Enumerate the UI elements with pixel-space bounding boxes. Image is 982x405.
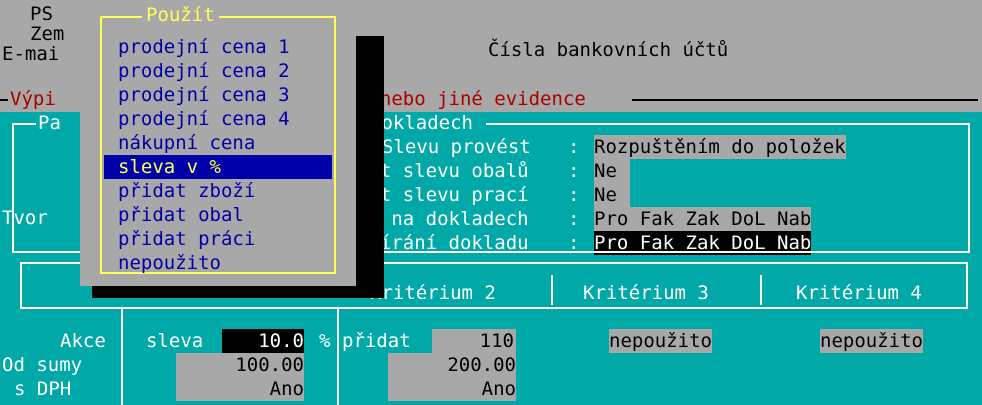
section-header-right: u nebo jiné evidence (357, 88, 586, 110)
col2-dph-value: Ano (481, 378, 516, 400)
table-col-sep-a (121, 307, 123, 405)
table-header-k4: Kritérium 4 (796, 282, 922, 304)
table-col-sep-b (337, 307, 339, 405)
subframe-right-edge (968, 123, 970, 251)
row-label-od-sumy: Od sumy (2, 354, 83, 376)
setting-value-discount-method[interactable]: Rozpuštěním do položek (594, 135, 846, 159)
col1-dph-value: Ano (269, 378, 304, 400)
menu-item[interactable]: nepoužito (118, 251, 221, 275)
subframe-left-edge (12, 123, 14, 251)
menu-item[interactable]: přidat zboží (118, 179, 255, 203)
menu-item[interactable]: prodejní cena 2 (118, 59, 290, 83)
header-line-right (632, 99, 978, 101)
setting-value-documents[interactable]: Pro Fak Zak DoL Nab (594, 207, 812, 231)
header-line-left (0, 99, 8, 101)
menu-item[interactable]: přidat obal (118, 203, 244, 227)
row-label-email: E-mai (2, 43, 60, 65)
setting-value-discount-work[interactable]: Ne (594, 183, 630, 207)
setting-colon-1: : (568, 160, 580, 182)
tvor-label: Tvor (2, 207, 48, 229)
col2-num: 110 (479, 330, 514, 352)
setting-colon-3: : (568, 208, 580, 230)
col1-sum[interactable]: 100.00 (176, 353, 304, 377)
subframe-title-left: Pa (38, 112, 61, 134)
setting-value-discount-packaging[interactable]: Ne (594, 159, 630, 183)
subframe-line-left (12, 123, 36, 125)
subframe-line-right (486, 123, 970, 125)
setting-colon-0: : (568, 136, 580, 158)
table-header-bottom (20, 307, 968, 309)
col2-action[interactable]: přidat (342, 329, 411, 353)
table-header-k2: Kritérium 2 (370, 282, 496, 304)
col1-percent[interactable]: 10.0 (222, 329, 304, 353)
menu-item[interactable]: sleva v % (104, 155, 332, 179)
table-right-edge (966, 262, 968, 308)
row-label-s-dph: s DPH (14, 378, 72, 400)
col1-dph[interactable]: Ano (176, 377, 304, 401)
section-header-left: Výpi (10, 88, 56, 110)
table-sep-4 (760, 275, 762, 305)
subframe-title-right: dokladech (370, 112, 473, 134)
col2-dph[interactable]: Ano (388, 377, 516, 401)
setting-label-discount-method: Slevu provést (382, 136, 531, 158)
menu-item[interactable]: prodejní cena 1 (118, 35, 290, 59)
menu-item[interactable]: nákupní cena (118, 131, 255, 155)
table-left-edge (20, 262, 22, 308)
col2-sum[interactable]: 200.00 (388, 353, 516, 377)
setting-colon-2: : (568, 184, 580, 206)
table-sep-3 (551, 275, 553, 305)
col3-action[interactable]: nepoužito (609, 329, 712, 353)
col1-percent-sign: % (319, 330, 331, 352)
table-header-k3: Kritérium 3 (583, 282, 709, 304)
col2-sum-value: 200.00 (447, 354, 516, 376)
col1-percent-value: 10.0 (258, 330, 304, 352)
use-menu: Použít prodejní cena 1 prodejní cena 2 pro… (80, 0, 356, 286)
row-label-akce: Akce (60, 330, 106, 352)
menu-item[interactable]: přidat práci (118, 227, 255, 251)
col1-action[interactable]: sleva (146, 329, 203, 353)
bank-accounts-title: Čísla bankovních účtů (488, 39, 729, 61)
menu-item[interactable]: prodejní cena 4 (118, 107, 290, 131)
col1-sum-value: 100.00 (235, 354, 304, 376)
use-menu-title: Použít (142, 3, 219, 27)
menu-item[interactable]: prodejní cena 3 (118, 83, 290, 107)
col4-action[interactable]: nepoužito (820, 329, 923, 353)
